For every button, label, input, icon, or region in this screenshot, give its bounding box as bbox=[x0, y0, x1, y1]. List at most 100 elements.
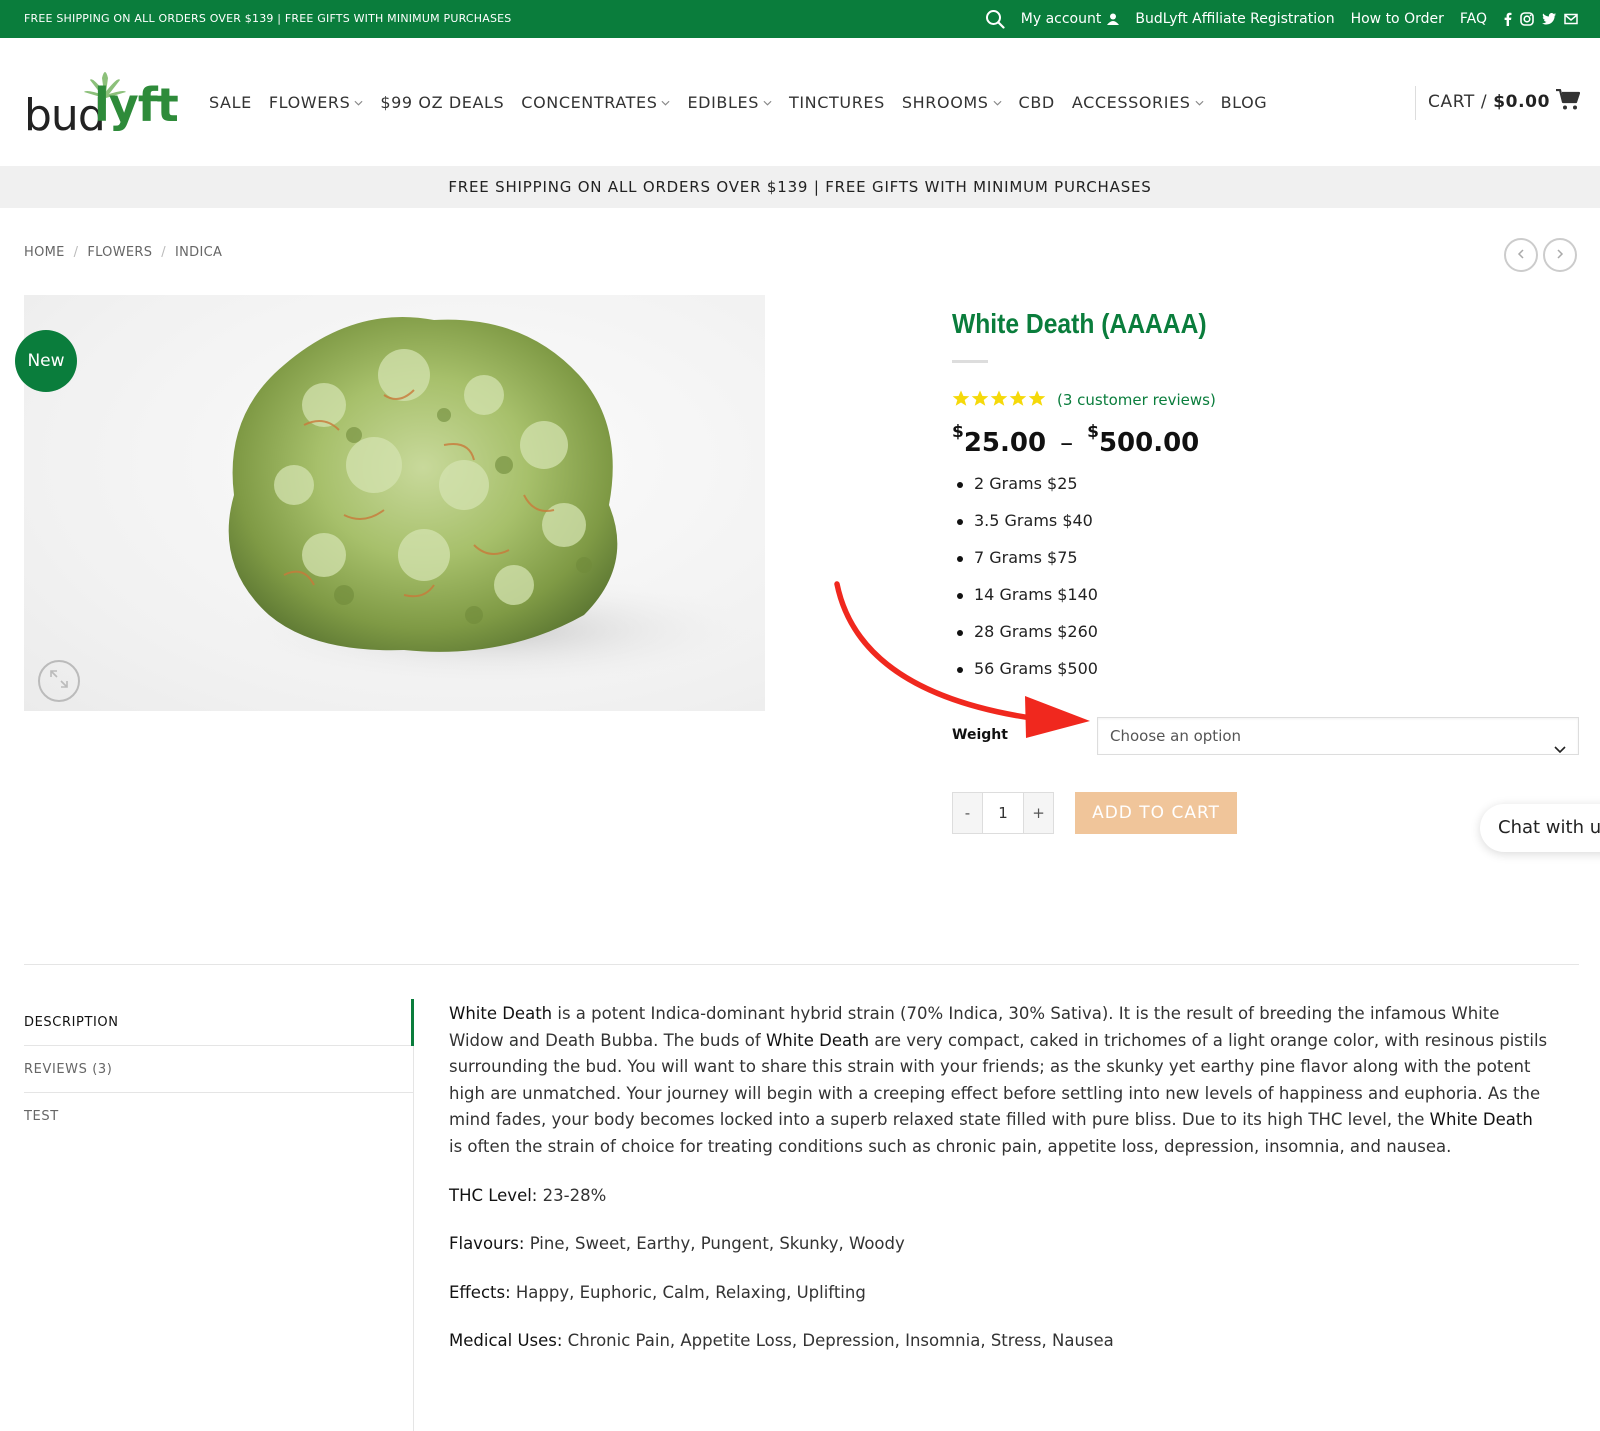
logo-text-bud: bud bbox=[24, 90, 106, 141]
facebook-icon[interactable] bbox=[1503, 12, 1512, 26]
cart-link[interactable]: CART / $0.00 bbox=[1428, 38, 1581, 166]
chevron-down-icon bbox=[993, 93, 1002, 112]
tab-reviews-3[interactable]: REVIEWS (3) bbox=[24, 1046, 414, 1093]
medical-uses-label: Medical Uses: bbox=[449, 1331, 563, 1351]
add-to-cart-button[interactable]: ADD TO CART bbox=[1075, 792, 1237, 834]
description-panel: White Death is a potent Indica-dominant … bbox=[449, 1001, 1549, 1377]
nav-item-cbd[interactable]: CBD bbox=[1019, 93, 1055, 112]
effects-value: Happy, Euphoric, Calm, Relaxing, Uplifti… bbox=[510, 1282, 866, 1302]
chat-widget-button[interactable]: Chat with u bbox=[1480, 804, 1600, 852]
my-account-label: My account bbox=[1020, 11, 1102, 27]
zoom-icon bbox=[49, 669, 69, 693]
tab-test[interactable]: TEST bbox=[24, 1093, 414, 1140]
price-max: 500.00 bbox=[1098, 428, 1200, 458]
weight-select[interactable]: Choose an option bbox=[1097, 717, 1579, 755]
chevron-down-icon bbox=[763, 93, 772, 112]
product-image[interactable] bbox=[24, 295, 765, 711]
header-divider bbox=[1415, 86, 1416, 120]
next-arrow-icon bbox=[1556, 248, 1564, 263]
site-logo[interactable]: bud lyft bbox=[24, 66, 179, 146]
breadcrumb-separator: / bbox=[73, 245, 79, 260]
breadcrumb-separator: / bbox=[161, 245, 166, 260]
zoom-button[interactable] bbox=[38, 660, 80, 702]
nav-item-shrooms[interactable]: SHROOMS bbox=[902, 93, 1002, 112]
quantity-increase-button[interactable]: + bbox=[1024, 793, 1053, 833]
nav-item-label: SALE bbox=[209, 92, 252, 112]
top-promo-text: FREE SHIPPING ON ALL ORDERS OVER $139 | … bbox=[24, 12, 512, 25]
search-icon[interactable] bbox=[985, 9, 1005, 29]
social-links bbox=[1503, 12, 1578, 26]
user-icon bbox=[1107, 13, 1120, 25]
prev-product-button[interactable] bbox=[1504, 238, 1538, 272]
price-max-currency: $ bbox=[1087, 422, 1099, 442]
breadcrumb-indica[interactable]: INDICA bbox=[175, 245, 222, 260]
strain-name: White Death bbox=[765, 1030, 870, 1050]
effects-label: Effects: bbox=[449, 1282, 511, 1302]
star-rating bbox=[952, 390, 1046, 411]
medical-uses-value: Chronic Pain, Appetite Loss, Depression,… bbox=[562, 1331, 1114, 1351]
quantity-input[interactable]: 1 bbox=[982, 793, 1024, 833]
chevron-down-icon bbox=[354, 93, 363, 112]
effects: Effects: Happy, Euphoric, Calm, Relaxing… bbox=[449, 1280, 1549, 1307]
nav-item-label: CBD bbox=[1018, 92, 1055, 112]
product-tabs: DESCRIPTION REVIEWS (3) TEST bbox=[24, 999, 414, 1140]
quantity-stepper: - 1 + bbox=[952, 792, 1054, 834]
next-product-button[interactable] bbox=[1543, 238, 1577, 272]
breadcrumb: HOME / FLOWERS / INDICA bbox=[24, 245, 222, 260]
faq-link[interactable]: FAQ bbox=[1460, 11, 1487, 27]
instagram-icon[interactable] bbox=[1520, 12, 1534, 26]
price-tier-item: 3.5 Grams $40 bbox=[957, 511, 1098, 548]
tab-description[interactable]: DESCRIPTION bbox=[24, 999, 414, 1046]
nav-item-label: ACCESSORIES bbox=[1071, 92, 1191, 112]
nav-item-sale[interactable]: SALE bbox=[209, 93, 252, 112]
weight-select-value: Choose an option bbox=[1110, 727, 1242, 745]
nav-item-tinctures[interactable]: TINCTURES bbox=[789, 93, 885, 112]
description-text: is often the strain of choice for treati… bbox=[449, 1136, 1452, 1156]
nav-item-edibles[interactable]: EDIBLES bbox=[687, 93, 772, 112]
flavours-label: Flavours: bbox=[449, 1234, 525, 1254]
cannabis-bud-image bbox=[228, 317, 754, 685]
thc-level-label: THC Level: bbox=[449, 1185, 538, 1205]
thc-level: THC Level: 23-28% bbox=[449, 1183, 1549, 1210]
nav-item-99-oz-deals[interactable]: $99 OZ DEALS bbox=[380, 93, 504, 112]
weight-label: Weight bbox=[952, 727, 1008, 743]
affiliate-link[interactable]: BudLyft Affiliate Registration bbox=[1135, 11, 1334, 27]
chevron-down-icon bbox=[1195, 93, 1204, 112]
nav-item-blog[interactable]: BLOG bbox=[1221, 93, 1268, 112]
product-title: White Death (AAAAA) bbox=[952, 308, 1207, 339]
top-links: My account BudLyft Affiliate Registratio… bbox=[985, 0, 1578, 38]
promo-bar: FREE SHIPPING ON ALL ORDERS OVER $139 | … bbox=[0, 166, 1600, 208]
breadcrumb-flowers[interactable]: FLOWERS bbox=[87, 245, 152, 260]
strain-name: White Death bbox=[449, 1004, 553, 1023]
flavours-value: Pine, Sweet, Earthy, Pungent, Skunky, Wo… bbox=[524, 1234, 905, 1254]
price-range: $25.00 – $500.00 bbox=[952, 422, 1200, 458]
star-icon bbox=[1009, 390, 1027, 411]
nav-item-label: SHROOMS bbox=[901, 92, 989, 112]
email-icon[interactable] bbox=[1564, 13, 1578, 25]
main-nav: SALE FLOWERS $99 OZ DEALS CONCENTRATES EDIBL… bbox=[209, 38, 1267, 166]
title-divider bbox=[952, 360, 988, 363]
flavours: Flavours: Pine, Sweet, Earthy, Pungent, … bbox=[449, 1231, 1549, 1258]
nav-item-label: TINCTURES bbox=[788, 92, 885, 112]
nav-item-flowers[interactable]: FLOWERS bbox=[269, 93, 364, 112]
cart-amount: $0.00 bbox=[1493, 92, 1550, 112]
nav-item-label: EDIBLES bbox=[687, 92, 759, 112]
top-bar: FREE SHIPPING ON ALL ORDERS OVER $139 | … bbox=[0, 0, 1600, 38]
nav-item-label: $99 OZ DEALS bbox=[380, 92, 505, 112]
star-icon bbox=[1028, 390, 1046, 411]
breadcrumb-home[interactable]: HOME bbox=[24, 245, 65, 260]
annotation-arrow bbox=[834, 581, 1090, 738]
my-account-link[interactable]: My account bbox=[1021, 11, 1120, 27]
description-paragraph: White Death is a potent Indica-dominant … bbox=[449, 1001, 1549, 1161]
nav-item-accessories[interactable]: ACCESSORIES bbox=[1072, 93, 1204, 112]
nav-item-label: BLOG bbox=[1220, 92, 1268, 112]
site-header: bud lyft SALE FLOWERS $99 OZ DEALS CONCENTR… bbox=[0, 38, 1600, 166]
customer-reviews-link[interactable]: (3 customer reviews) bbox=[1057, 391, 1216, 409]
strain-name: White Death bbox=[1429, 1110, 1533, 1130]
cart-label: CART / bbox=[1428, 92, 1488, 112]
nav-item-concentrates[interactable]: CONCENTRATES bbox=[521, 93, 670, 112]
twitter-icon[interactable] bbox=[1542, 13, 1556, 25]
price-tier-item: 2 Grams $25 bbox=[957, 474, 1098, 511]
quantity-decrease-button[interactable]: - bbox=[953, 793, 982, 833]
how-to-order-link[interactable]: How to Order bbox=[1351, 11, 1444, 27]
